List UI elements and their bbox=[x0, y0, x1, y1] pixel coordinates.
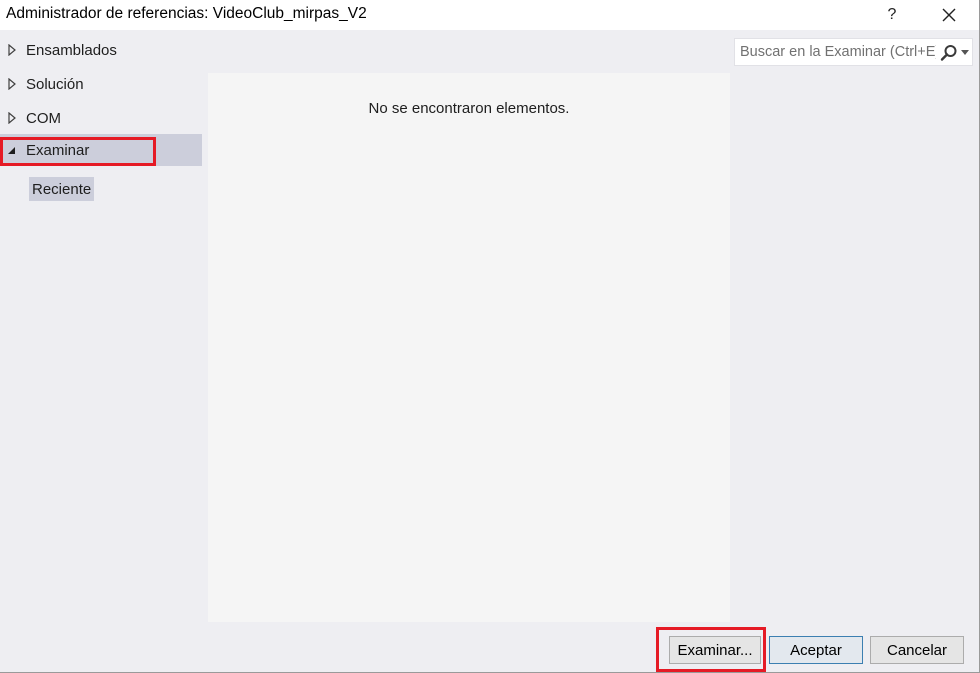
expand-arrow-icon[interactable] bbox=[7, 78, 17, 90]
help-button[interactable]: ? bbox=[872, 0, 912, 30]
nav-item-label: Examinar bbox=[26, 141, 90, 159]
nav-item-label: Solución bbox=[26, 75, 84, 93]
search-input[interactable] bbox=[735, 39, 936, 65]
nav-item-solucion[interactable]: Solución bbox=[0, 68, 202, 100]
nav-item-label: COM bbox=[26, 109, 61, 127]
empty-message: No se encontraron elementos. bbox=[368, 100, 570, 117]
nav-item-label: Ensamblados bbox=[26, 41, 117, 59]
collapse-arrow-icon[interactable] bbox=[7, 144, 17, 156]
close-icon bbox=[942, 8, 956, 22]
chevron-down-icon[interactable] bbox=[961, 50, 969, 56]
expand-arrow-icon[interactable] bbox=[7, 44, 17, 56]
cancel-button[interactable]: Cancelar bbox=[870, 636, 964, 664]
nav-subitem-reciente[interactable]: Reciente bbox=[29, 177, 95, 201]
browse-button[interactable]: Examinar... bbox=[669, 636, 761, 664]
expand-arrow-icon[interactable] bbox=[7, 112, 17, 124]
reference-manager-dialog: Administrador de referencias: VideoClub_… bbox=[0, 0, 980, 673]
title-bar: Administrador de referencias: VideoClub_… bbox=[0, 0, 979, 30]
nav-item-examinar[interactable]: Examinar bbox=[0, 134, 202, 166]
ok-button[interactable]: Aceptar bbox=[769, 636, 863, 664]
results-list: No se encontraron elementos. bbox=[208, 73, 730, 622]
nav-item-ensamblados[interactable]: Ensamblados bbox=[0, 34, 202, 66]
search-box bbox=[734, 38, 973, 66]
window-title: Administrador de referencias: VideoClub_… bbox=[6, 5, 367, 22]
nav-item-com[interactable]: COM bbox=[0, 102, 202, 134]
close-button[interactable] bbox=[929, 0, 969, 30]
search-icon[interactable] bbox=[940, 44, 958, 62]
